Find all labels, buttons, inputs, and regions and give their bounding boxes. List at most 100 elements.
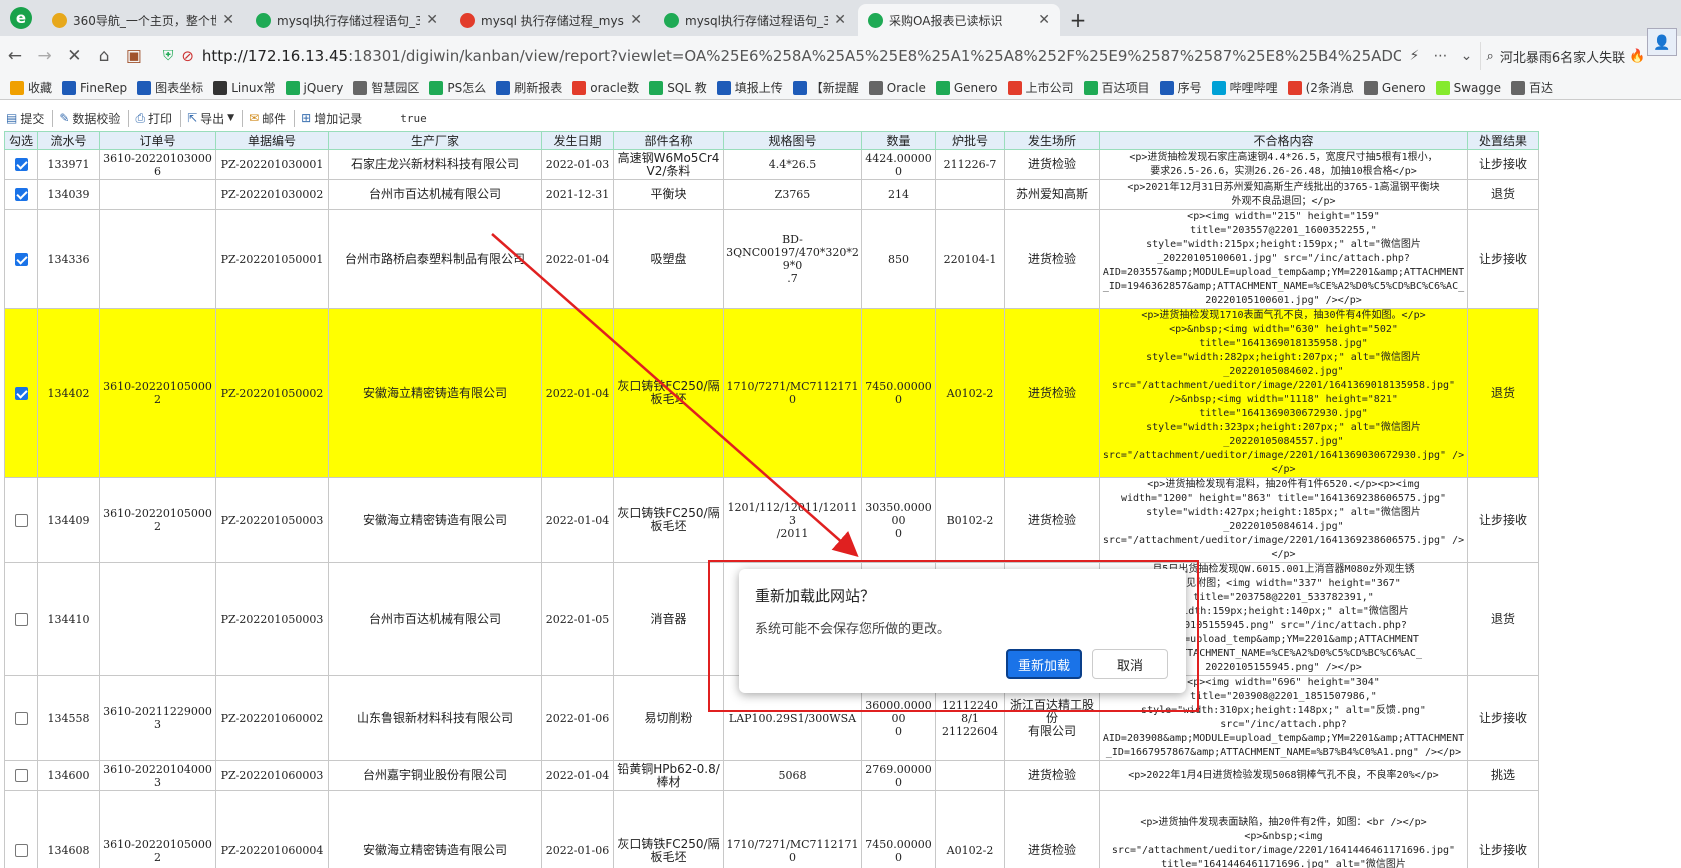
cell-serial[interactable]: 134600 [37,760,100,791]
column-header[interactable]: 规格图号 [723,131,862,150]
stop-loading-button[interactable]: ✕ [60,40,90,72]
briefcase-icon[interactable]: ▣ [119,40,149,72]
cell-maker[interactable]: 安徽海立精密铸造有限公司 [328,790,542,868]
cell-spec[interactable]: Z3765 [723,179,862,210]
bookmark-item[interactable]: 填报上传 [716,79,783,96]
cell-order[interactable]: 3610-202201040003 [99,760,216,791]
cell-maker[interactable]: 山东鲁银新材料科技有限公司 [328,675,542,761]
cell-place[interactable]: 进货检验 [1004,477,1100,563]
user-avatar[interactable]: 👤 [1647,28,1677,56]
cell-doc[interactable]: PZ-202201060003 [215,760,329,791]
row-checkbox-cell[interactable] [4,760,38,791]
cell-batch[interactable]: A0102-2 [935,308,1005,478]
bookmark-item[interactable]: 图表坐标 [137,79,203,96]
cell-order[interactable]: 3610-202201050002 [99,308,216,478]
cell-qty[interactable]: 2769.000000 [861,760,936,791]
cell-maker[interactable]: 台州市百达机械有限公司 [328,179,542,210]
close-icon[interactable]: ✕ [630,12,642,28]
cell-doc[interactable]: PZ-202201060002 [215,675,329,761]
column-header[interactable]: 勾选 [4,131,38,150]
row-checkbox-cell[interactable] [4,790,38,868]
cell-date[interactable]: 2022-01-04 [541,209,614,309]
cell-order[interactable] [99,562,216,676]
cell-part[interactable]: 灰口铸铁FC250/隔板毛坯 [613,308,724,478]
more-icon[interactable]: ⋯ [1427,48,1453,64]
cell-batch[interactable] [935,760,1005,791]
cell-place[interactable]: 进货检验 [1004,209,1100,309]
cell-date[interactable]: 2022-01-04 [541,477,614,563]
checkbox-checked[interactable] [14,158,28,172]
close-icon[interactable]: ✕ [426,12,438,28]
cell-doc[interactable]: PZ-202201030001 [215,149,329,180]
cell-serial[interactable]: 134336 [37,209,100,309]
cell-serial[interactable]: 134409 [37,477,100,563]
table-row[interactable]: 134600 3610-202201040003 PZ-202201060003 台州… [4,760,1539,791]
close-icon[interactable]: ✕ [222,12,234,28]
bookmark-item[interactable]: Oracle [868,80,926,95]
reload-button[interactable]: 重新加载 [1006,649,1082,679]
cell-serial[interactable]: 133971 [37,149,100,180]
bookmark-item[interactable]: 百达 [1511,79,1553,96]
cell-order[interactable]: 3610-202201050002 [99,790,216,868]
cell-defect[interactable]: <p>进货抽检发现1710表面气孔不良，抽30件有4件如图。</p> <p>&n… [1099,308,1468,478]
bookmark-item[interactable]: oracle数 [572,79,639,96]
table-row[interactable]: 134402 3610-202201050002 PZ-202201050002 安徽… [4,308,1539,478]
cell-date[interactable]: 2022-01-03 [541,149,614,180]
cell-spec[interactable]: 1710/7271/MC71121710 [723,308,862,478]
tab-4[interactable]: 采购OA报表已读标识 ✕ [858,4,1060,36]
table-row[interactable]: 134039 PZ-202201030002 台州市百达机械有限公司 2021-12-… [4,179,1539,210]
cell-maker[interactable]: 安徽海立精密铸造有限公司 [328,477,542,563]
tab-0[interactable]: 360导航_一个主页，整个世界 ✕ [42,4,244,36]
cell-doc[interactable]: PZ-202201050003 [215,477,329,563]
cell-maker[interactable]: 台州市百达机械有限公司 [328,562,542,676]
checkbox-unchecked[interactable] [14,769,28,783]
bookmark-item[interactable]: Genero [1363,80,1426,95]
checkbox-checked[interactable] [14,252,28,266]
bookmark-item[interactable]: FineRep [62,80,127,95]
row-checkbox-cell[interactable] [4,209,38,309]
row-checkbox-cell[interactable] [4,308,38,478]
checkbox-unchecked[interactable] [14,612,28,626]
bookmark-item[interactable]: Swagge [1435,80,1501,95]
submit-button[interactable]: ▤ 提交 [6,109,54,127]
forward-button[interactable]: → [30,40,60,72]
checkbox-unchecked[interactable] [14,513,28,527]
column-header[interactable]: 不合格内容 [1099,131,1468,150]
cell-order[interactable]: 3610-202112290003 [99,675,216,761]
cell-result[interactable]: 挑选 [1467,760,1539,791]
cell-maker[interactable]: 安徽海立精密铸造有限公司 [328,308,542,478]
cell-qty[interactable]: 7450.000000 [861,790,936,868]
checkbox-unchecked[interactable] [14,844,28,858]
cell-place[interactable]: 进货检验 [1004,790,1100,868]
column-header[interactable]: 发生日期 [541,131,614,150]
url-input[interactable]: ⛨ ⊘ http://172.16.13.45:18301/digiwin/ka… [155,42,1402,70]
cell-result[interactable]: 让步接收 [1467,209,1539,309]
validate-button[interactable]: ✎ 数据校验 [59,109,130,127]
row-checkbox-cell[interactable] [4,179,38,210]
cell-doc[interactable]: PZ-202201050003 [215,562,329,676]
cell-place[interactable]: 苏州爱知高斯 [1004,179,1100,210]
column-header[interactable]: 部件名称 [613,131,724,150]
row-checkbox-cell[interactable] [4,675,38,761]
cell-part[interactable]: 平衡块 [613,179,724,210]
bookmark-item[interactable]: 上市公司 [1007,79,1074,96]
back-button[interactable]: ← [0,40,30,72]
cell-batch[interactable]: 220104-1 [935,209,1005,309]
cell-defect[interactable]: <p>进货抽检发现有混料，抽20件有1件6520.</p><p><img wid… [1099,477,1468,563]
bookmark-item[interactable]: 收藏 [10,79,52,96]
cell-qty[interactable]: 30350.000000 0 [861,477,936,563]
close-icon[interactable]: ✕ [834,12,846,28]
table-row[interactable]: 134608 3610-202201050002 PZ-202201060004 安徽… [4,790,1539,868]
cell-part[interactable]: 灰口铸铁FC250/隔板毛坯 [613,790,724,868]
export-button[interactable]: ⇱ 导出 ▼ [187,109,244,127]
row-checkbox-cell[interactable] [4,562,38,676]
cell-place[interactable]: 进货检验 [1004,760,1100,791]
cell-doc[interactable]: PZ-202201060004 [215,790,329,868]
cell-defect[interactable]: <p>进货抽检发现石家庄高速钢4.4*26.5，宽度尺寸抽5根有1根小， 要求2… [1099,149,1468,180]
cell-order[interactable] [99,179,216,210]
cell-spec[interactable]: BD- 3QNC00197/470*320*29*0 .7 [723,209,862,309]
row-checkbox-cell[interactable] [4,477,38,563]
cell-doc[interactable]: PZ-202201050002 [215,308,329,478]
cell-date[interactable]: 2022-01-06 [541,675,614,761]
print-button[interactable]: ⎙ 打印 [135,109,182,127]
